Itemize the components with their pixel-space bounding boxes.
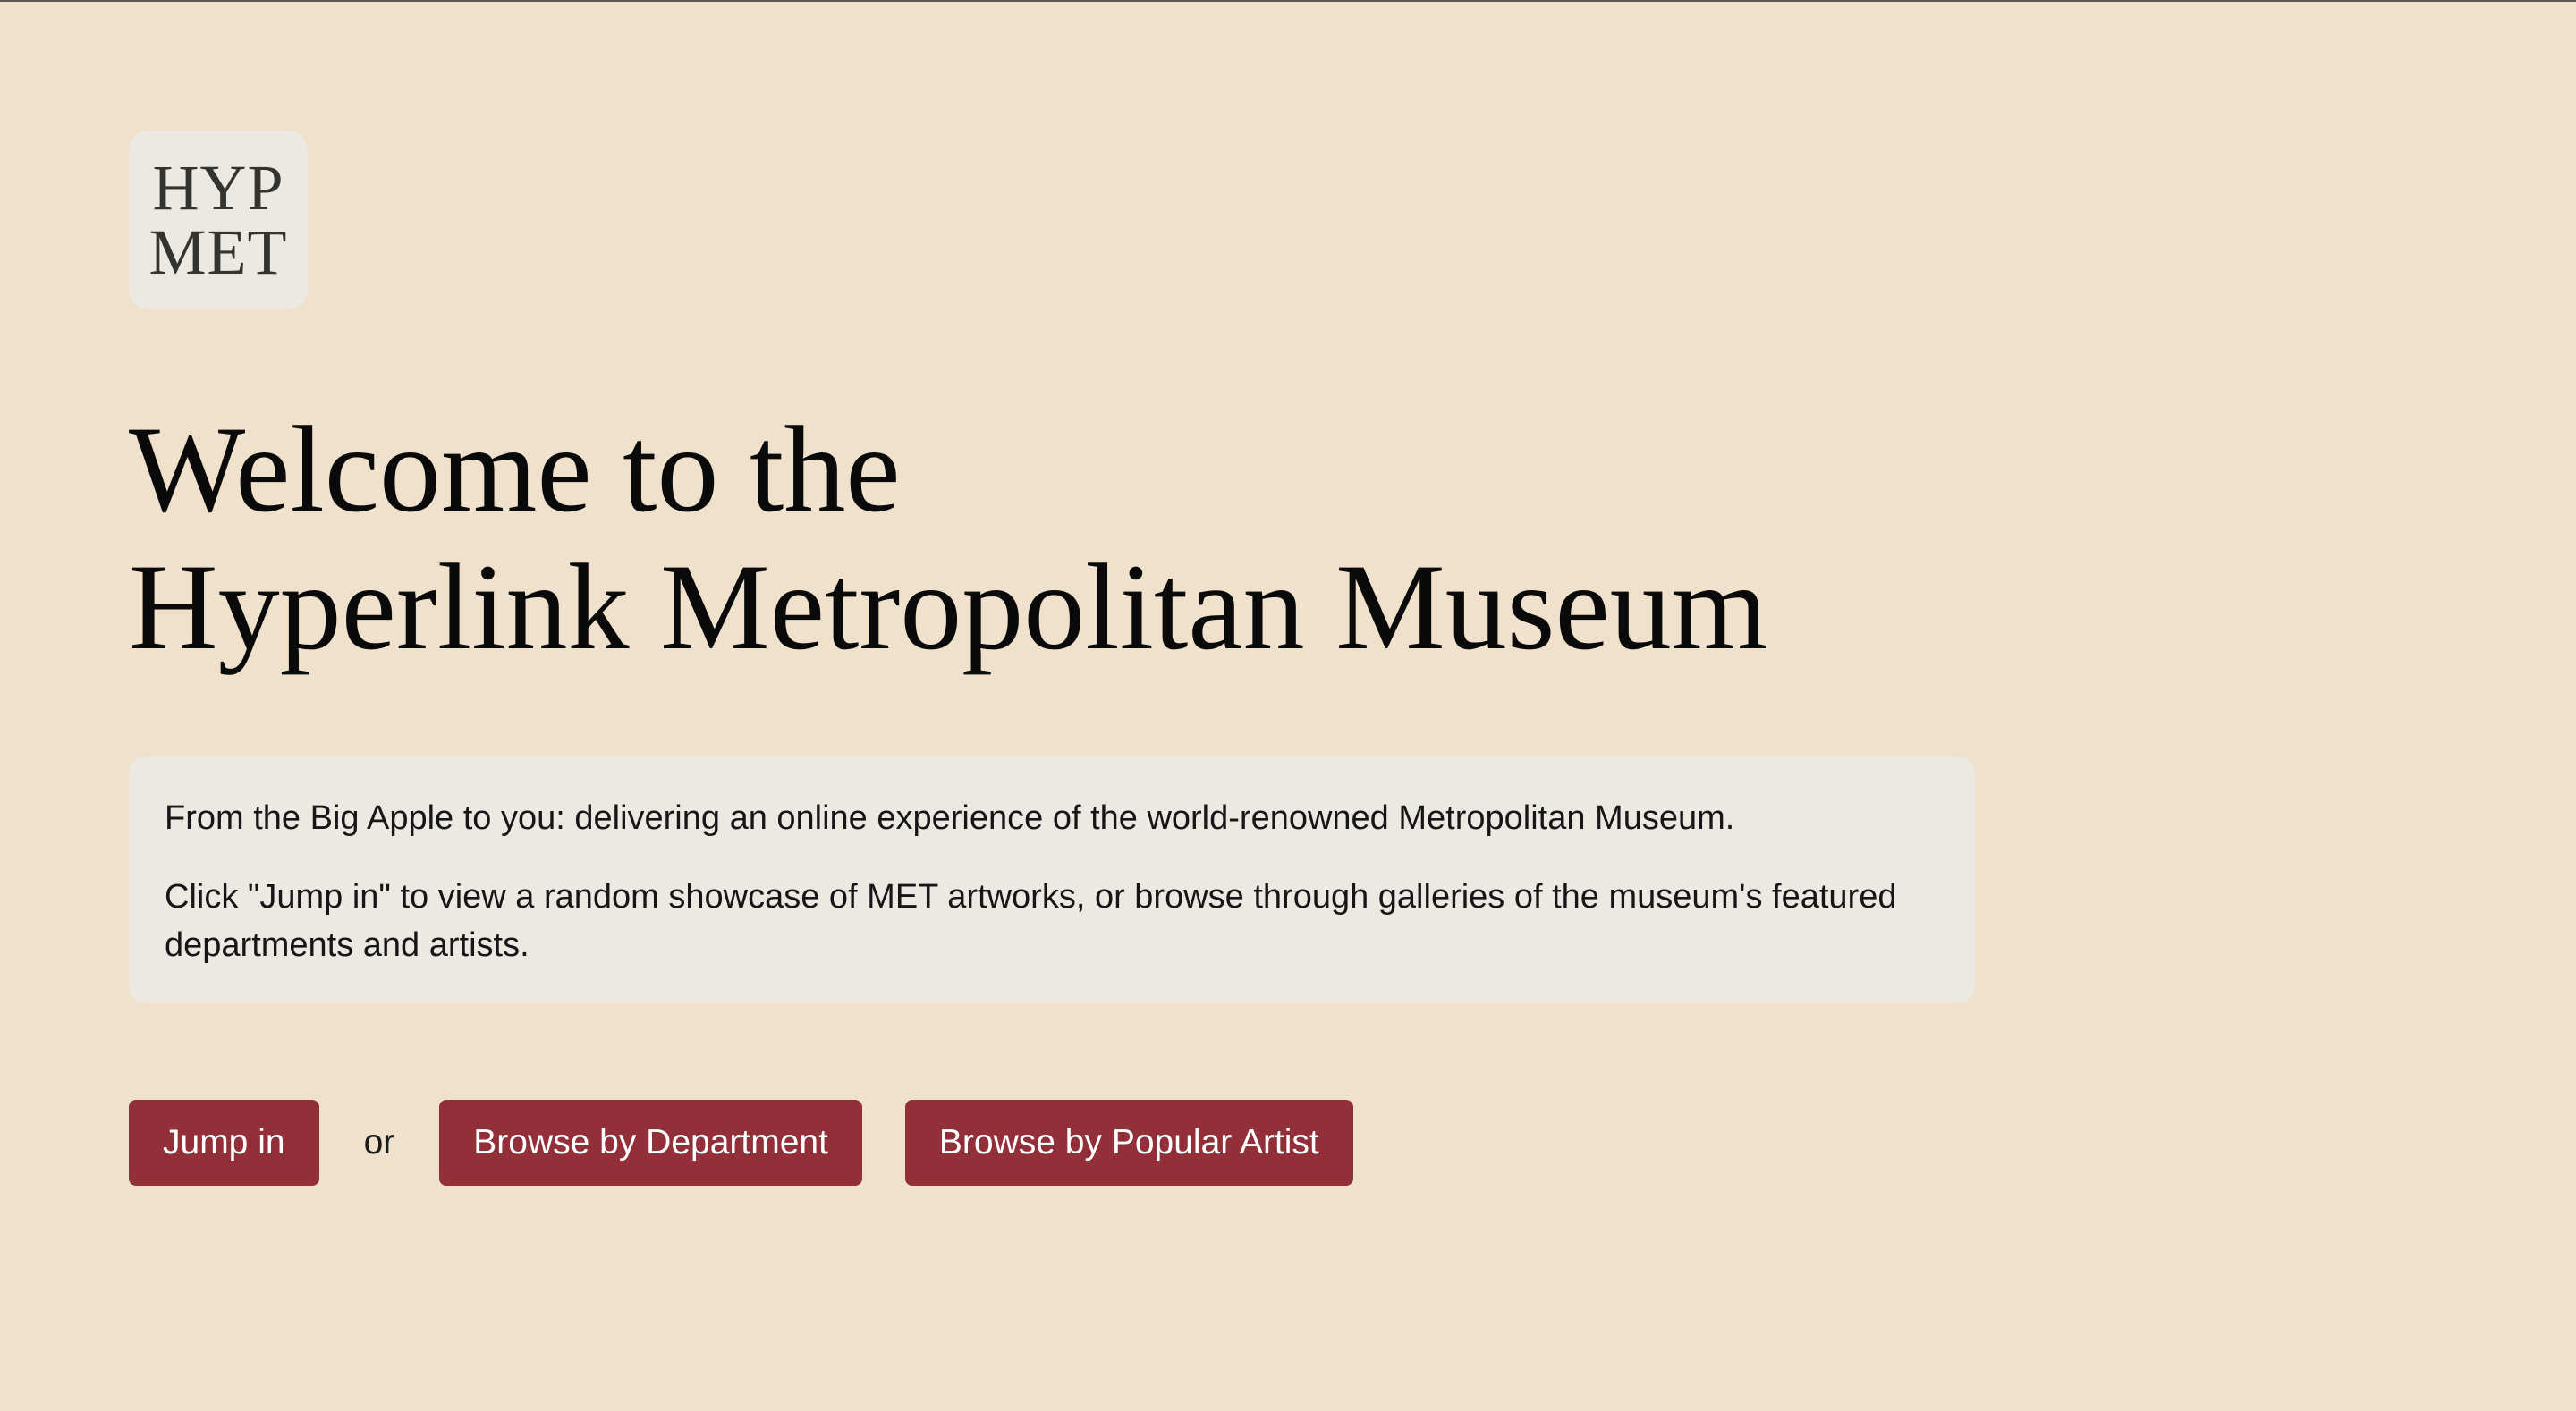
intro-card: From the Big Apple to you: delivering an… bbox=[129, 756, 1975, 1003]
or-separator: or bbox=[363, 1123, 395, 1162]
page-background bbox=[0, 2, 2576, 1411]
action-bar: Jump in or Browse by Department Browse b… bbox=[129, 1100, 1353, 1186]
logo-line-1: HYP bbox=[152, 152, 284, 224]
page-title: Welcome to the Hyperlink Metropolitan Mu… bbox=[129, 401, 1767, 676]
intro-paragraph-1: From the Big Apple to you: delivering an… bbox=[165, 799, 1735, 837]
page-title-line-1: Welcome to the bbox=[129, 401, 901, 537]
browse-by-department-button[interactable]: Browse by Department bbox=[439, 1100, 862, 1186]
logo-line-2: MET bbox=[148, 216, 288, 288]
browse-by-popular-artist-button[interactable]: Browse by Popular Artist bbox=[904, 1100, 1353, 1186]
site-logo[interactable]: HYP MET bbox=[129, 131, 308, 309]
jump-in-button[interactable]: Jump in bbox=[129, 1100, 319, 1186]
page-title-line-2: Hyperlink Metropolitan Museum bbox=[129, 538, 1768, 675]
intro-paragraph-2: Click "Jump in" to view a random showcas… bbox=[165, 878, 1897, 964]
